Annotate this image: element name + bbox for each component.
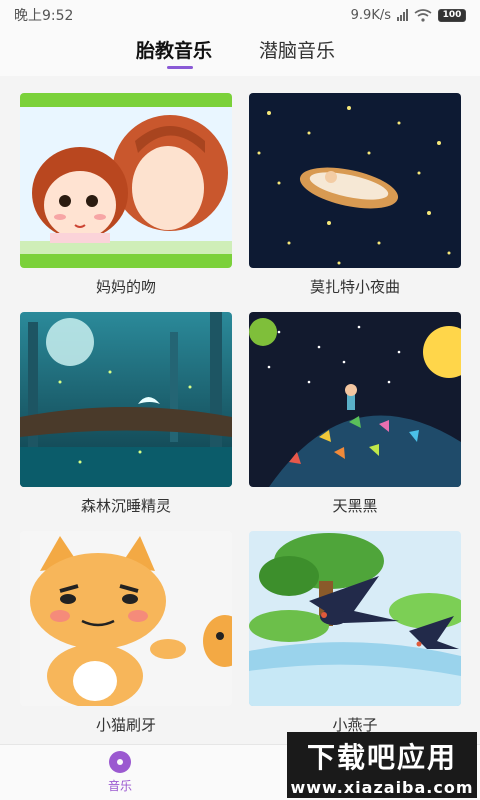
tab-bar: 胎教音乐 潜脑音乐: [0, 30, 480, 76]
nav-item-music[interactable]: 音乐: [90, 751, 150, 794]
music-card[interactable]: 小燕子: [249, 531, 461, 735]
status-icons: 9.9K/s 100: [351, 8, 466, 23]
wifi-icon: [414, 8, 432, 22]
tab-prenatal-music[interactable]: 胎教音乐: [136, 36, 212, 63]
watermark-logo: 下载吧应用 www.xiazaiba.com: [287, 732, 477, 798]
status-bar: 晚上9:52 9.9K/s 100: [0, 0, 480, 30]
card-title: 天黑黑: [332, 497, 378, 515]
card-thumbnail: [249, 531, 461, 706]
tab-brain-music[interactable]: 潜脑音乐: [259, 36, 335, 63]
music-card[interactable]: 森林沉睡精灵: [20, 312, 232, 516]
card-title: 妈妈的吻: [95, 278, 156, 296]
card-title: 莫扎特小夜曲: [309, 278, 400, 296]
music-grid: 妈妈的吻 莫扎特小夜曲 森林沉睡精灵 天黑黑 小猫刷牙 小燕子: [0, 76, 480, 744]
music-card[interactable]: 小猫刷牙: [20, 531, 232, 735]
card-thumbnail: [249, 93, 461, 268]
music-card[interactable]: 妈妈的吻: [20, 93, 232, 297]
network-speed: 9.9K/s: [350, 7, 391, 23]
card-thumbnail: [20, 93, 232, 268]
card-title: 森林沉睡精灵: [80, 497, 171, 515]
music-disc-icon: [109, 751, 131, 773]
status-time: 晚上9:52: [14, 8, 74, 24]
music-card[interactable]: 莫扎特小夜曲: [249, 93, 461, 297]
card-thumbnail: [249, 312, 461, 487]
signal-icon: [397, 9, 408, 21]
watermark-sub: www.xiazaiba.com: [290, 778, 474, 797]
card-title: 小猫刷牙: [95, 716, 156, 734]
card-thumbnail: [20, 531, 232, 706]
tab-indicator: [167, 66, 193, 69]
battery-icon: 100: [438, 8, 466, 22]
nav-label: 音乐: [107, 779, 132, 793]
music-card[interactable]: 天黑黑: [249, 312, 461, 516]
card-thumbnail: [20, 312, 232, 487]
watermark-main: 下载吧应用: [306, 741, 457, 774]
